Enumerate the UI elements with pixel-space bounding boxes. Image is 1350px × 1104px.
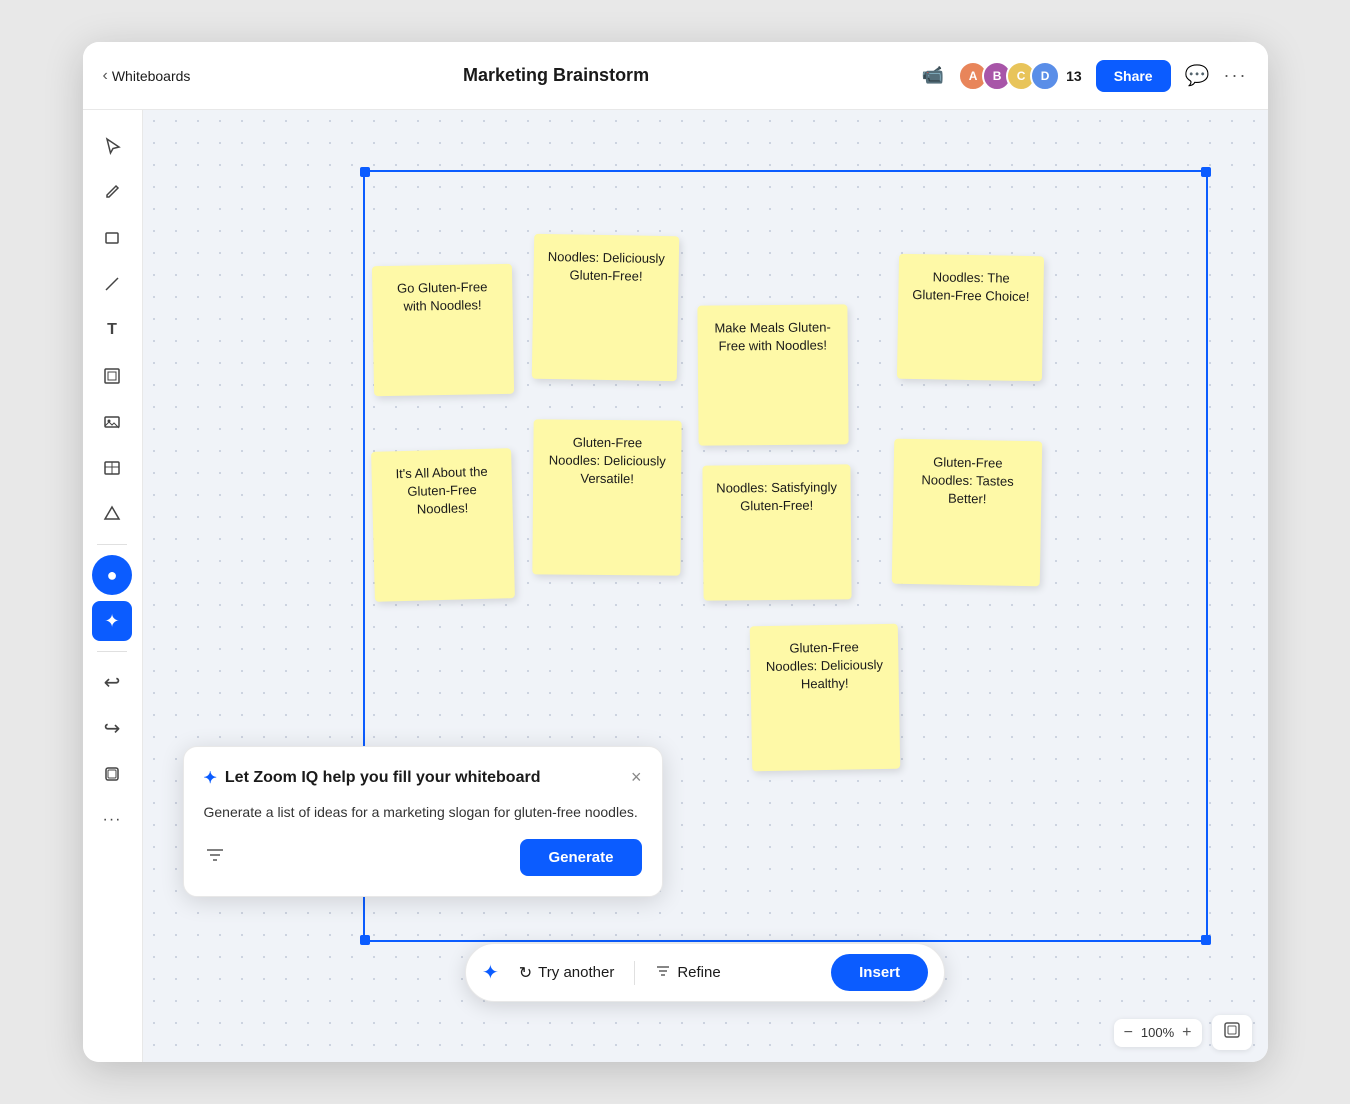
ai-panel-body: Generate a list of ideas for a marketing… bbox=[204, 802, 642, 823]
table-tool[interactable] bbox=[92, 448, 132, 488]
action-bar: ✦ ↻ Try another Refine Insert bbox=[465, 943, 945, 1002]
toolbar: T ● ✦ ↩ ↪ ··· bbox=[83, 110, 143, 1062]
refine-icon bbox=[655, 963, 671, 983]
apps-button[interactable]: ··· bbox=[92, 800, 132, 840]
selection-handle-tl[interactable] bbox=[360, 167, 370, 177]
generate-button[interactable]: Generate bbox=[520, 839, 641, 876]
header: ‹ Whiteboards Marketing Brainstorm 📹 A B… bbox=[83, 42, 1268, 110]
avatar: D bbox=[1030, 61, 1060, 91]
selection-handle-br[interactable] bbox=[1201, 935, 1211, 945]
participant-count: 13 bbox=[1066, 68, 1082, 84]
sticky-note-9[interactable]: Gluten-Free Noodles: Deliciously Healthy… bbox=[749, 624, 900, 772]
selection-handle-tr[interactable] bbox=[1201, 167, 1211, 177]
zoom-controls: − 100% + bbox=[1114, 1019, 1202, 1047]
zoom-out-button[interactable]: − bbox=[1124, 1024, 1133, 1042]
circle-tool[interactable]: ● bbox=[92, 555, 132, 595]
more-options-icon[interactable]: ··· bbox=[1224, 65, 1248, 86]
layers-button[interactable] bbox=[92, 754, 132, 794]
sticky-note-1[interactable]: Go Gluten-Free with Noodles! bbox=[371, 264, 513, 396]
sparkle-icon: ✦ bbox=[204, 768, 217, 788]
page-title: Marketing Brainstorm bbox=[206, 65, 905, 86]
status-bar: − 100% + bbox=[1114, 1015, 1252, 1050]
sticky-note-2[interactable]: Noodles: Deliciously Gluten-Free! bbox=[531, 234, 679, 382]
share-button[interactable]: Share bbox=[1096, 60, 1171, 92]
sparkle-bar-icon: ✦ bbox=[482, 960, 499, 985]
sticky-note-5[interactable]: It's All About the Gluten-Free Noodles! bbox=[371, 448, 515, 602]
layers-panel-button[interactable] bbox=[1212, 1015, 1252, 1050]
video-icon[interactable]: 📹 bbox=[922, 65, 944, 86]
toolbar-divider-2 bbox=[97, 651, 127, 652]
back-label: Whiteboards bbox=[112, 68, 191, 84]
header-right: 📹 A B C D 13 Share 💬 ··· bbox=[922, 60, 1248, 92]
pen-tool[interactable] bbox=[92, 172, 132, 212]
sticky-note-3[interactable]: Make Meals Gluten-Free with Noodles! bbox=[697, 304, 848, 445]
frame-tool[interactable] bbox=[92, 356, 132, 396]
image-tool[interactable] bbox=[92, 402, 132, 442]
rectangle-tool[interactable] bbox=[92, 218, 132, 258]
zoom-level: 100% bbox=[1141, 1025, 1174, 1040]
sticky-note-6[interactable]: Gluten-Free Noodles: Deliciously Versati… bbox=[532, 419, 681, 575]
cursor-tool[interactable] bbox=[92, 126, 132, 166]
comment-icon[interactable]: 💬 bbox=[1185, 63, 1210, 88]
ai-panel: ✦ Let Zoom IQ help you fill your whitebo… bbox=[183, 746, 663, 897]
ai-tool[interactable]: ✦ bbox=[92, 601, 132, 641]
ai-panel-header: ✦ Let Zoom IQ help you fill your whitebo… bbox=[204, 767, 642, 788]
sticky-note-8[interactable]: Gluten-Free Noodles: Tastes Better! bbox=[891, 439, 1042, 587]
selection-handle-bl[interactable] bbox=[360, 935, 370, 945]
redo-button[interactable]: ↪ bbox=[92, 708, 132, 748]
refresh-icon: ↻ bbox=[519, 963, 532, 983]
sticky-note-4[interactable]: Noodles: The Gluten-Free Choice! bbox=[896, 254, 1043, 382]
back-button[interactable]: ‹ Whiteboards bbox=[103, 67, 191, 85]
line-tool[interactable] bbox=[92, 264, 132, 304]
toolbar-divider bbox=[97, 544, 127, 545]
main-content: T ● ✦ ↩ ↪ ··· bbox=[83, 110, 1268, 1062]
canvas[interactable]: Go Gluten-Free with Noodles! Noodles: De… bbox=[143, 110, 1268, 1062]
text-tool[interactable]: T bbox=[92, 310, 132, 350]
close-panel-button[interactable]: × bbox=[631, 767, 642, 788]
try-another-button[interactable]: ↻ Try another bbox=[509, 957, 625, 989]
bar-divider bbox=[634, 961, 635, 985]
sticky-note-7[interactable]: Noodles: Satisfyingly Gluten-Free! bbox=[702, 464, 851, 600]
ai-panel-footer: Generate bbox=[204, 839, 642, 876]
filter-icon-button[interactable] bbox=[204, 844, 226, 871]
zoom-in-button[interactable]: + bbox=[1182, 1024, 1191, 1042]
undo-button[interactable]: ↩ bbox=[92, 662, 132, 702]
insert-button[interactable]: Insert bbox=[831, 954, 928, 991]
participant-avatars[interactable]: A B C D 13 bbox=[958, 61, 1082, 91]
shapes-tool[interactable] bbox=[92, 494, 132, 534]
back-chevron-icon: ‹ bbox=[103, 67, 108, 85]
refine-button[interactable]: Refine bbox=[645, 957, 730, 989]
ai-panel-title: ✦ Let Zoom IQ help you fill your whitebo… bbox=[204, 768, 541, 788]
